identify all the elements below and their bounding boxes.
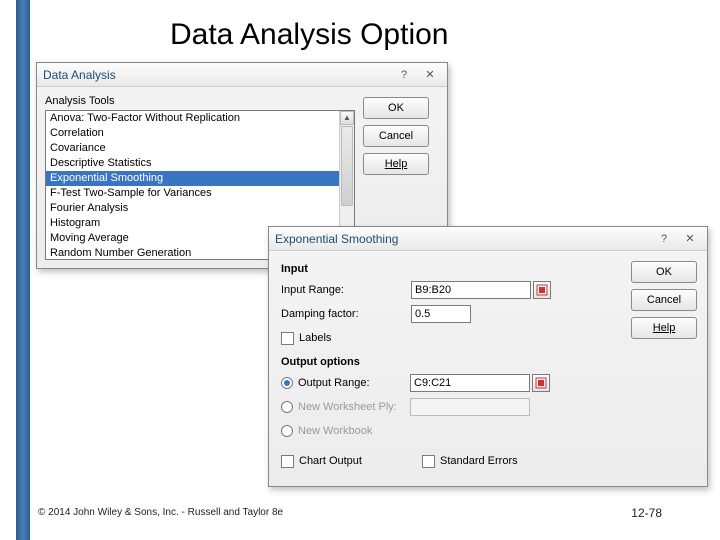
list-item[interactable]: Anova: Two-Factor Without Replication: [46, 111, 339, 126]
output-range-label: Output Range:: [298, 377, 410, 389]
range-picker-icon[interactable]: [533, 281, 551, 299]
dialog-body: Input Input Range: Damping factor: Label…: [269, 251, 707, 486]
input-range-label: Input Range:: [281, 284, 411, 296]
new-worksheet-field: [410, 398, 530, 416]
dialog-titlebar: Data Analysis ? ✕: [37, 63, 447, 87]
new-worksheet-row: New Worksheet Ply:: [281, 396, 621, 418]
chart-output-label: Chart Output: [299, 455, 362, 467]
std-errors-row: Standard Errors: [422, 451, 518, 471]
chart-output-row: Chart Output: [281, 451, 362, 471]
close-icon[interactable]: ✕: [679, 231, 701, 247]
section-output: Output options: [281, 356, 621, 368]
footer-copyright: © 2014 John Wiley & Sons, Inc. - Russell…: [38, 507, 283, 518]
labels-checkbox-label: Labels: [299, 332, 331, 344]
scroll-up-icon[interactable]: ▲: [340, 111, 354, 125]
input-range-field[interactable]: [411, 281, 531, 299]
output-range-row: Output Range:: [281, 372, 621, 394]
damping-field[interactable]: [411, 305, 471, 323]
help-icon[interactable]: ?: [653, 231, 675, 247]
bottom-checkboxes: Chart Output Standard Errors: [281, 448, 621, 474]
form-area: Input Input Range: Damping factor: Label…: [281, 259, 621, 474]
list-item[interactable]: Descriptive Statistics: [46, 156, 339, 171]
new-workbook-label: New Workbook: [298, 425, 428, 437]
labels-row: Labels: [281, 328, 621, 348]
list-item[interactable]: F-Test Two-Sample for Variances: [46, 186, 339, 201]
section-input: Input: [281, 263, 621, 275]
damping-label: Damping factor:: [281, 308, 411, 320]
new-worksheet-label: New Worksheet Ply:: [298, 401, 410, 413]
input-range-row: Input Range:: [281, 279, 621, 301]
range-picker-icon[interactable]: [532, 374, 550, 392]
output-range-radio[interactable]: [281, 377, 293, 389]
new-worksheet-radio[interactable]: [281, 401, 293, 413]
ok-button[interactable]: OK: [631, 261, 697, 283]
chart-output-checkbox[interactable]: [281, 455, 294, 468]
slide-accent-bar: [16, 0, 30, 540]
ok-button[interactable]: OK: [363, 97, 429, 119]
scroll-thumb[interactable]: [341, 126, 353, 206]
list-item[interactable]: Correlation: [46, 126, 339, 141]
output-range-field[interactable]: [410, 374, 530, 392]
close-icon[interactable]: ✕: [419, 67, 441, 83]
damping-row: Damping factor:: [281, 303, 621, 325]
help-button[interactable]: Help: [631, 317, 697, 339]
page-number: 12-78: [631, 506, 662, 520]
dialog-title-text: Data Analysis: [43, 68, 389, 82]
new-workbook-row: New Workbook: [281, 420, 621, 442]
help-button[interactable]: Help: [363, 153, 429, 175]
help-icon[interactable]: ?: [393, 67, 415, 83]
list-item[interactable]: Fourier Analysis: [46, 201, 339, 216]
list-item[interactable]: Covariance: [46, 141, 339, 156]
slide-title: Data Analysis Option: [170, 18, 448, 52]
std-errors-label: Standard Errors: [440, 455, 518, 467]
exponential-smoothing-dialog: Exponential Smoothing ? ✕ Input Input Ra…: [268, 226, 708, 487]
labels-checkbox[interactable]: [281, 332, 294, 345]
std-errors-checkbox[interactable]: [422, 455, 435, 468]
list-item[interactable]: Exponential Smoothing: [46, 171, 339, 186]
dialog-titlebar: Exponential Smoothing ? ✕: [269, 227, 707, 251]
cancel-button[interactable]: Cancel: [631, 289, 697, 311]
cancel-button[interactable]: Cancel: [363, 125, 429, 147]
group-label: Analysis Tools: [45, 95, 355, 107]
dialog-title-text: Exponential Smoothing: [275, 232, 649, 246]
new-workbook-radio[interactable]: [281, 425, 293, 437]
button-column: OK Cancel Help: [631, 259, 697, 474]
